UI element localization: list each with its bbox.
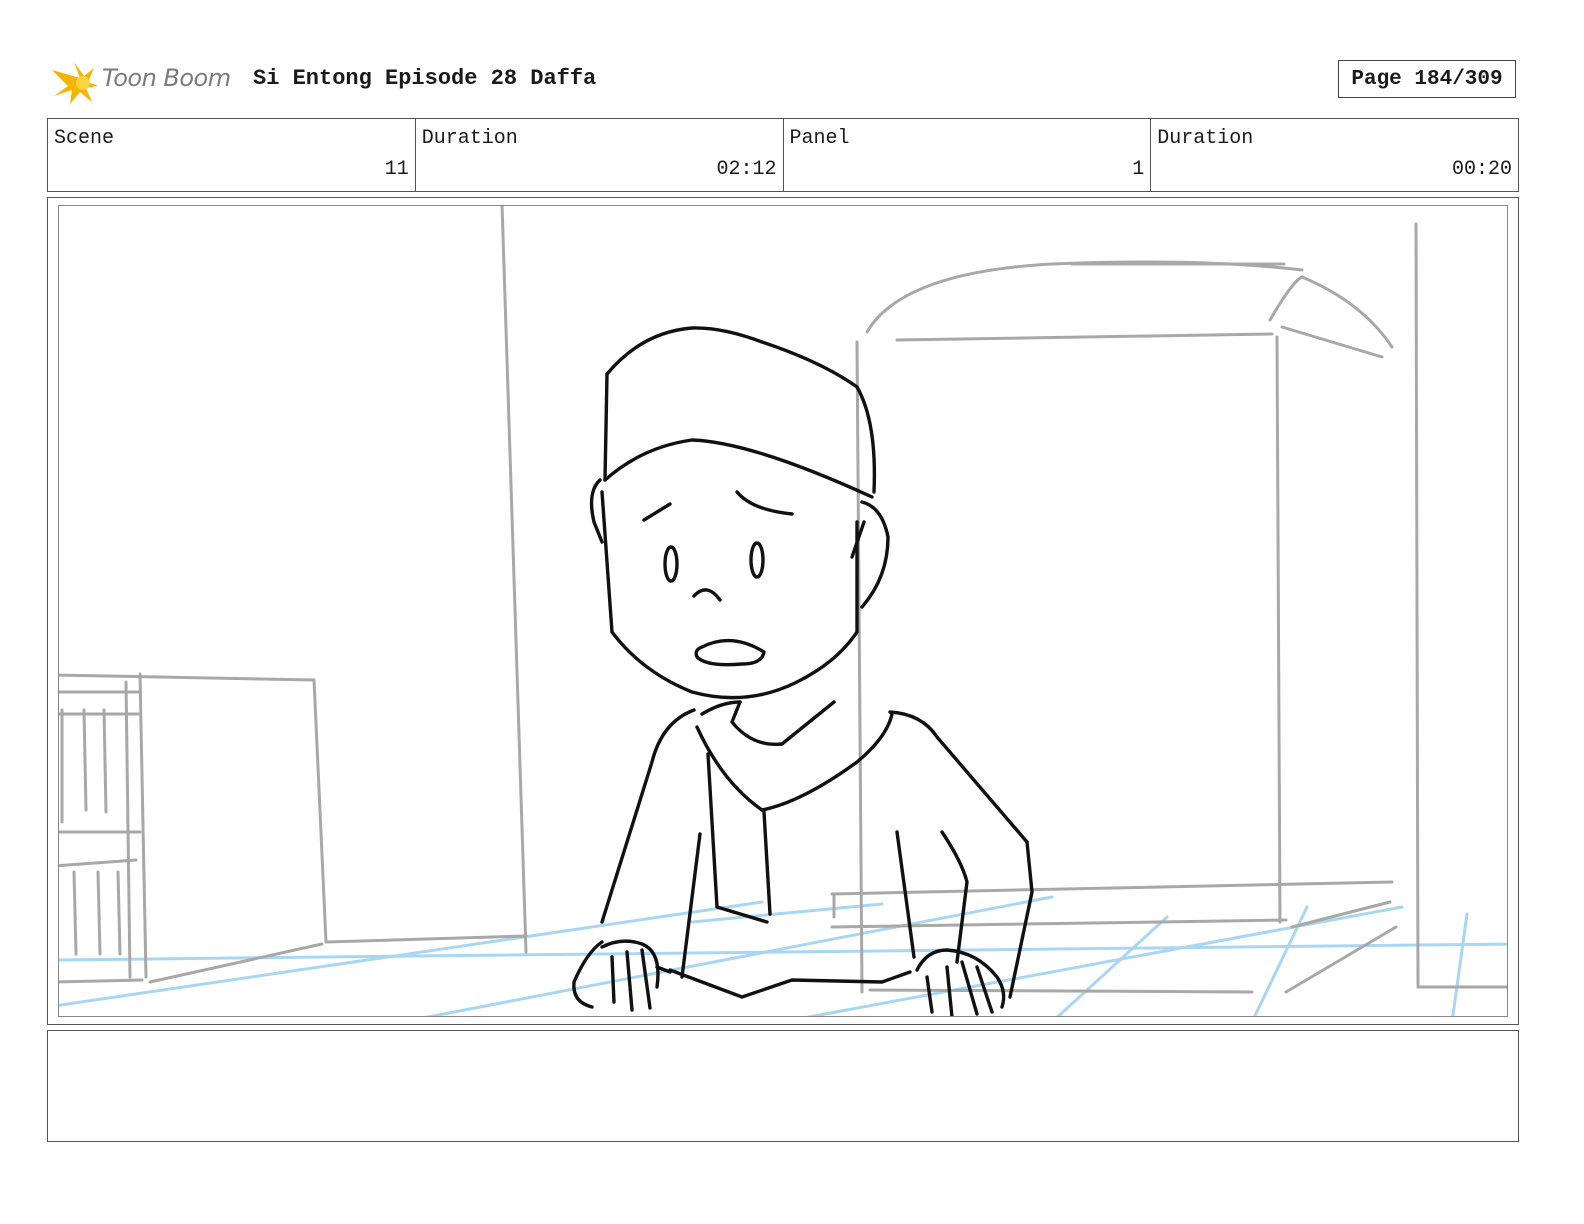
storyboard-sketch — [59, 206, 1507, 1016]
panel-label: Panel — [789, 127, 850, 150]
panel-value: 1 — [1132, 158, 1145, 181]
floor-grid-lines — [59, 895, 1507, 1016]
scene-cell: Scene 11 — [48, 119, 416, 191]
logo-text: Toon Boom — [102, 64, 231, 92]
background-lines — [59, 206, 1507, 994]
scene-duration-value: 02:12 — [716, 158, 777, 181]
toon-boom-logo: Toon Boom — [50, 56, 240, 106]
logo-star-icon — [52, 62, 98, 104]
scene-duration-label: Duration — [421, 127, 518, 150]
storyboard-panel — [47, 197, 1519, 1025]
panel-duration-cell: Duration 00:20 — [1151, 119, 1518, 191]
page-indicator: Page 184/309 — [1338, 60, 1516, 98]
notes-box — [47, 1030, 1519, 1142]
document-title: Si Entong Episode 28 Daffa — [253, 66, 597, 91]
panel-duration-label: Duration — [1157, 127, 1254, 150]
panel-cell: Panel 1 — [784, 119, 1152, 191]
scene-label: Scene — [54, 127, 115, 150]
panel-duration-value: 00:20 — [1451, 158, 1512, 181]
panel-image-area — [58, 205, 1508, 1017]
scene-duration-cell: Duration 02:12 — [416, 119, 784, 191]
scene-info-table: Scene 11 Duration 02:12 Panel 1 Duration… — [47, 118, 1519, 192]
scene-value: 11 — [384, 158, 409, 181]
character-sketch — [572, 326, 1034, 1016]
